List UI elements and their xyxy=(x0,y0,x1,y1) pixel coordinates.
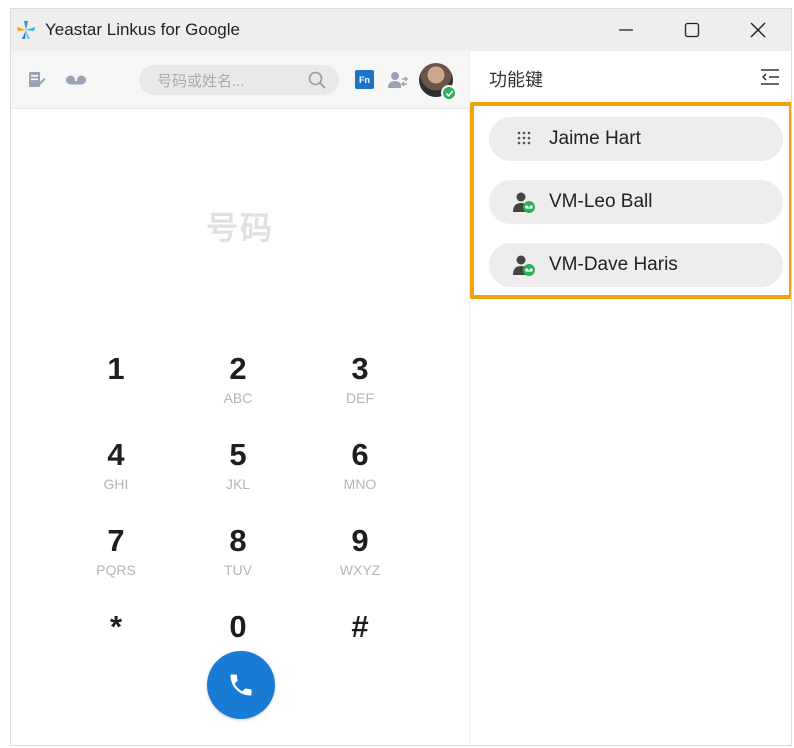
voicemail-contact-icon xyxy=(512,190,536,214)
fn-icon[interactable]: Fn xyxy=(355,70,374,89)
key-letters: JKL xyxy=(225,476,251,492)
key-digit: 4 xyxy=(107,437,125,472)
search-icon[interactable] xyxy=(307,70,327,90)
online-status-icon xyxy=(441,85,457,101)
dialpad-icon xyxy=(512,127,536,151)
key-6[interactable]: 6 MNO xyxy=(299,437,421,499)
key-digit: 8 xyxy=(229,523,247,558)
function-key-vm-leo-ball[interactable]: VM-Leo Ball xyxy=(489,180,783,224)
key-digit: * xyxy=(109,609,123,644)
function-keys-title: 功能键 xyxy=(489,70,543,90)
key-digit: 2 xyxy=(229,351,247,386)
key-letters: ABC xyxy=(223,390,253,406)
key-digit: 9 xyxy=(351,523,369,558)
key-digit: 7 xyxy=(107,523,125,558)
function-keys-pane: 功能键 Jaime Hart VM-Leo Ball VM-Dave Haris xyxy=(469,51,791,745)
close-button[interactable] xyxy=(725,9,791,51)
key-letters: DEF xyxy=(346,390,374,406)
phone-icon xyxy=(230,674,252,696)
number-display[interactable]: 号码 xyxy=(11,203,469,249)
function-key-label: Jaime Hart xyxy=(549,128,641,149)
key-letters: MNO xyxy=(343,476,377,492)
key-7[interactable]: 7 PQRS xyxy=(55,523,177,585)
close-icon xyxy=(750,22,766,38)
search-box[interactable]: 号码或姓名... xyxy=(139,65,339,95)
key-letters: WXYZ xyxy=(339,562,381,578)
key-star[interactable]: * xyxy=(55,609,177,671)
key-digit: 1 xyxy=(107,351,125,386)
contact-transfer-icon[interactable] xyxy=(387,69,409,91)
app-window: Yeastar Linkus for Google 号码或姓名... Fn 号码… xyxy=(10,8,792,746)
maximize-button[interactable] xyxy=(659,9,725,51)
function-key-label: VM-Leo Ball xyxy=(549,191,653,212)
voicemail-contact-icon xyxy=(512,253,536,277)
key-8[interactable]: 8 TUV xyxy=(177,523,299,585)
yeastar-logo-icon xyxy=(15,19,37,41)
key-letters: TUV xyxy=(224,562,252,578)
window-title: Yeastar Linkus for Google xyxy=(45,20,240,39)
key-4[interactable]: 4 GHI xyxy=(55,437,177,499)
key-digit: # xyxy=(351,609,369,644)
maximize-icon xyxy=(684,22,700,38)
key-letters: GHI xyxy=(103,476,129,492)
key-9[interactable]: 9 WXYZ xyxy=(299,523,421,585)
key-hash[interactable]: # xyxy=(299,609,421,671)
function-key-jaime-hart[interactable]: Jaime Hart xyxy=(489,117,783,161)
avatar[interactable] xyxy=(419,63,457,101)
key-3[interactable]: 3 DEF xyxy=(299,351,421,413)
collapse-panel-icon[interactable] xyxy=(759,67,781,87)
dial-keypad: 1 2 ABC 3 DEF 4 GHI 5 JKL 6 MNO 7 PQRS 8 TUV 9 W… xyxy=(55,351,421,671)
function-key-label: VM-Dave Haris xyxy=(549,254,678,275)
minimize-button[interactable] xyxy=(593,9,659,51)
notes-icon[interactable] xyxy=(25,69,47,91)
function-key-vm-dave-haris[interactable]: VM-Dave Haris xyxy=(489,243,783,287)
key-digit: 6 xyxy=(351,437,369,472)
search-input[interactable]: 号码或姓名... xyxy=(157,70,307,91)
key-letters: PQRS xyxy=(96,562,136,578)
title-bar: Yeastar Linkus for Google xyxy=(11,9,791,51)
key-2[interactable]: 2 ABC xyxy=(177,351,299,413)
voicemail-icon[interactable] xyxy=(65,69,87,91)
call-button[interactable] xyxy=(207,651,275,719)
key-5[interactable]: 5 JKL xyxy=(177,437,299,499)
function-keys-header: 功能键 xyxy=(470,51,791,101)
minimize-icon xyxy=(619,29,633,31)
key-digit: 3 xyxy=(351,351,369,386)
dialer-toolbar: 号码或姓名... Fn xyxy=(11,51,469,109)
key-digit: 0 xyxy=(229,609,247,644)
dialer-pane: 号码或姓名... Fn 号码 1 2 ABC 3 DEF 4 GHI 5 JKL… xyxy=(11,51,469,745)
key-digit: 5 xyxy=(229,437,247,472)
key-1[interactable]: 1 xyxy=(55,351,177,413)
